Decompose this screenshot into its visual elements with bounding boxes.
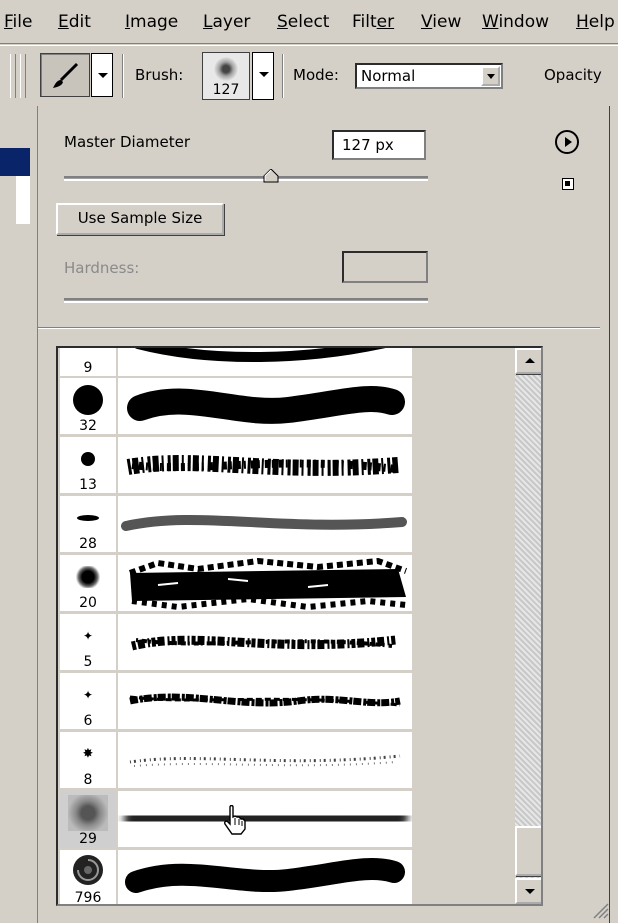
brush-tool-icon <box>51 62 81 94</box>
master-diameter-label: Master Diameter <box>64 133 191 151</box>
menu-help[interactable]: Help <box>576 12 615 32</box>
new-preset-icon[interactable] <box>562 178 574 190</box>
use-sample-size-button[interactable]: Use Sample Size <box>56 203 224 235</box>
chevron-down-icon <box>259 72 269 77</box>
master-diameter-slider[interactable] <box>64 176 428 181</box>
opacity-label: Opacity <box>544 66 602 84</box>
brush-list-scrollbar[interactable] <box>515 348 541 904</box>
play-arrow-icon <box>565 137 572 147</box>
brush-stroke-preview <box>118 791 412 847</box>
brush-stroke-preview <box>118 378 412 434</box>
mode-label: Mode: <box>293 66 339 84</box>
brush-thumbnail: ✸ 8 <box>60 732 116 788</box>
mode-select[interactable]: Normal <box>355 63 503 89</box>
tool-preset-dropdown[interactable] <box>91 53 113 97</box>
menu-image[interactable]: Image <box>125 12 178 32</box>
panel-menu-button[interactable] <box>555 130 579 154</box>
brush-preset-item[interactable]: ✦ 5 <box>60 614 412 670</box>
brush-thumbnail: 29 <box>60 791 116 847</box>
round-brush-icon <box>73 385 103 416</box>
brush-preset-list: 9 32 13 28 20 ✦ 5 ✦ 6 ✸ 8 29 796 <box>56 346 543 906</box>
brush-stroke-preview <box>118 437 412 493</box>
brush-preset-item[interactable]: ✸ 8 <box>60 732 412 788</box>
brush-label: Brush: <box>135 66 184 84</box>
master-diameter-input[interactable]: 127 px <box>332 130 426 160</box>
texture-brush-icon <box>68 795 108 832</box>
menu-view[interactable]: View <box>421 12 461 32</box>
scroll-up-button[interactable] <box>515 348 541 374</box>
brush-preset-item[interactable]: 796 <box>60 850 412 904</box>
brush-preset-picker[interactable]: 127 <box>202 52 250 100</box>
star-brush-icon: ✦ <box>82 629 94 644</box>
toolbar-grip-secondary[interactable] <box>20 54 26 98</box>
brush-thumbnail: 20 <box>60 555 116 611</box>
brush-thumbnail: 796 <box>60 850 116 904</box>
mode-dropdown-arrow[interactable] <box>481 66 500 86</box>
brush-texture-icon <box>213 57 239 81</box>
hardness-label: Hardness: <box>64 259 140 277</box>
brush-thumbnail: 9 <box>60 348 116 376</box>
hardness-slider[interactable] <box>64 298 428 303</box>
menu-layer[interactable]: Layer <box>203 12 250 32</box>
brush-thumbnail: ✦ 6 <box>60 673 116 729</box>
brush-preset-item[interactable]: ✦ 6 <box>60 673 412 729</box>
brush-stroke-preview <box>118 496 412 552</box>
options-bar: Brush: 127 Mode: Normal Opacity <box>0 45 618 105</box>
brush-thumbnail: 32 <box>60 378 116 434</box>
shell-brush-icon <box>71 854 105 890</box>
document-canvas-edge <box>16 176 30 224</box>
master-diameter-slider-thumb[interactable] <box>263 169 279 183</box>
menu-file[interactable]: File <box>4 12 32 32</box>
separator <box>282 54 284 98</box>
toolbar-grip[interactable] <box>10 54 16 98</box>
divider <box>38 327 600 329</box>
document-window-edge <box>0 106 38 923</box>
brush-stroke-preview <box>118 614 412 670</box>
star-brush-icon: ✦ <box>82 688 94 703</box>
scroll-down-button[interactable] <box>515 878 541 904</box>
brush-size-value: 127 <box>212 82 240 98</box>
hardness-input[interactable] <box>342 251 428 283</box>
chevron-down-icon <box>98 73 108 78</box>
brush-preset-item[interactable]: 9 <box>60 348 412 376</box>
rough-brush-icon <box>75 566 101 589</box>
menu-edit[interactable]: Edit <box>58 12 91 32</box>
master-diameter-value: 127 px <box>342 136 394 154</box>
flat-brush-icon <box>77 515 99 522</box>
arrow-up-icon <box>525 358 535 363</box>
brush-stroke-preview <box>118 555 412 611</box>
scrollbar-thumb[interactable] <box>515 826 541 876</box>
brush-thumbnail: ✦ 5 <box>60 614 116 670</box>
brush-thumbnail: 28 <box>60 496 116 552</box>
brush-preset-panel: Master Diameter 127 px Use Sample Size H… <box>38 106 610 923</box>
brush-stroke-preview <box>118 673 412 729</box>
arrow-down-icon <box>525 889 535 894</box>
chevron-down-icon <box>487 74 495 79</box>
brush-stroke-preview <box>118 348 412 376</box>
brush-preset-item[interactable]: 20 <box>60 555 412 611</box>
menu-select[interactable]: Select <box>277 12 329 32</box>
menu-window[interactable]: Window <box>482 12 549 32</box>
menu-filter[interactable]: Filter <box>352 12 394 32</box>
brush-picker-dropdown[interactable] <box>252 52 274 100</box>
brush-preset-item[interactable]: 32 <box>60 378 412 434</box>
brush-preset-item[interactable]: 13 <box>60 437 412 493</box>
hand-cursor-icon <box>222 804 248 839</box>
mode-value: Normal <box>361 67 416 85</box>
brush-preset-item[interactable]: 28 <box>60 496 412 552</box>
document-title-bar <box>0 148 30 176</box>
brush-thumbnail: 13 <box>60 437 116 493</box>
resize-grip-icon[interactable] <box>590 900 610 920</box>
separator <box>122 54 124 98</box>
round-brush-icon <box>81 452 95 467</box>
brush-stroke-preview <box>118 732 412 788</box>
tool-preset-button[interactable] <box>40 53 90 97</box>
brush-stroke-preview <box>118 850 412 904</box>
menu-bar: File Edit Image Layer Select Filter View… <box>0 0 618 44</box>
star-brush-icon: ✸ <box>82 746 94 762</box>
